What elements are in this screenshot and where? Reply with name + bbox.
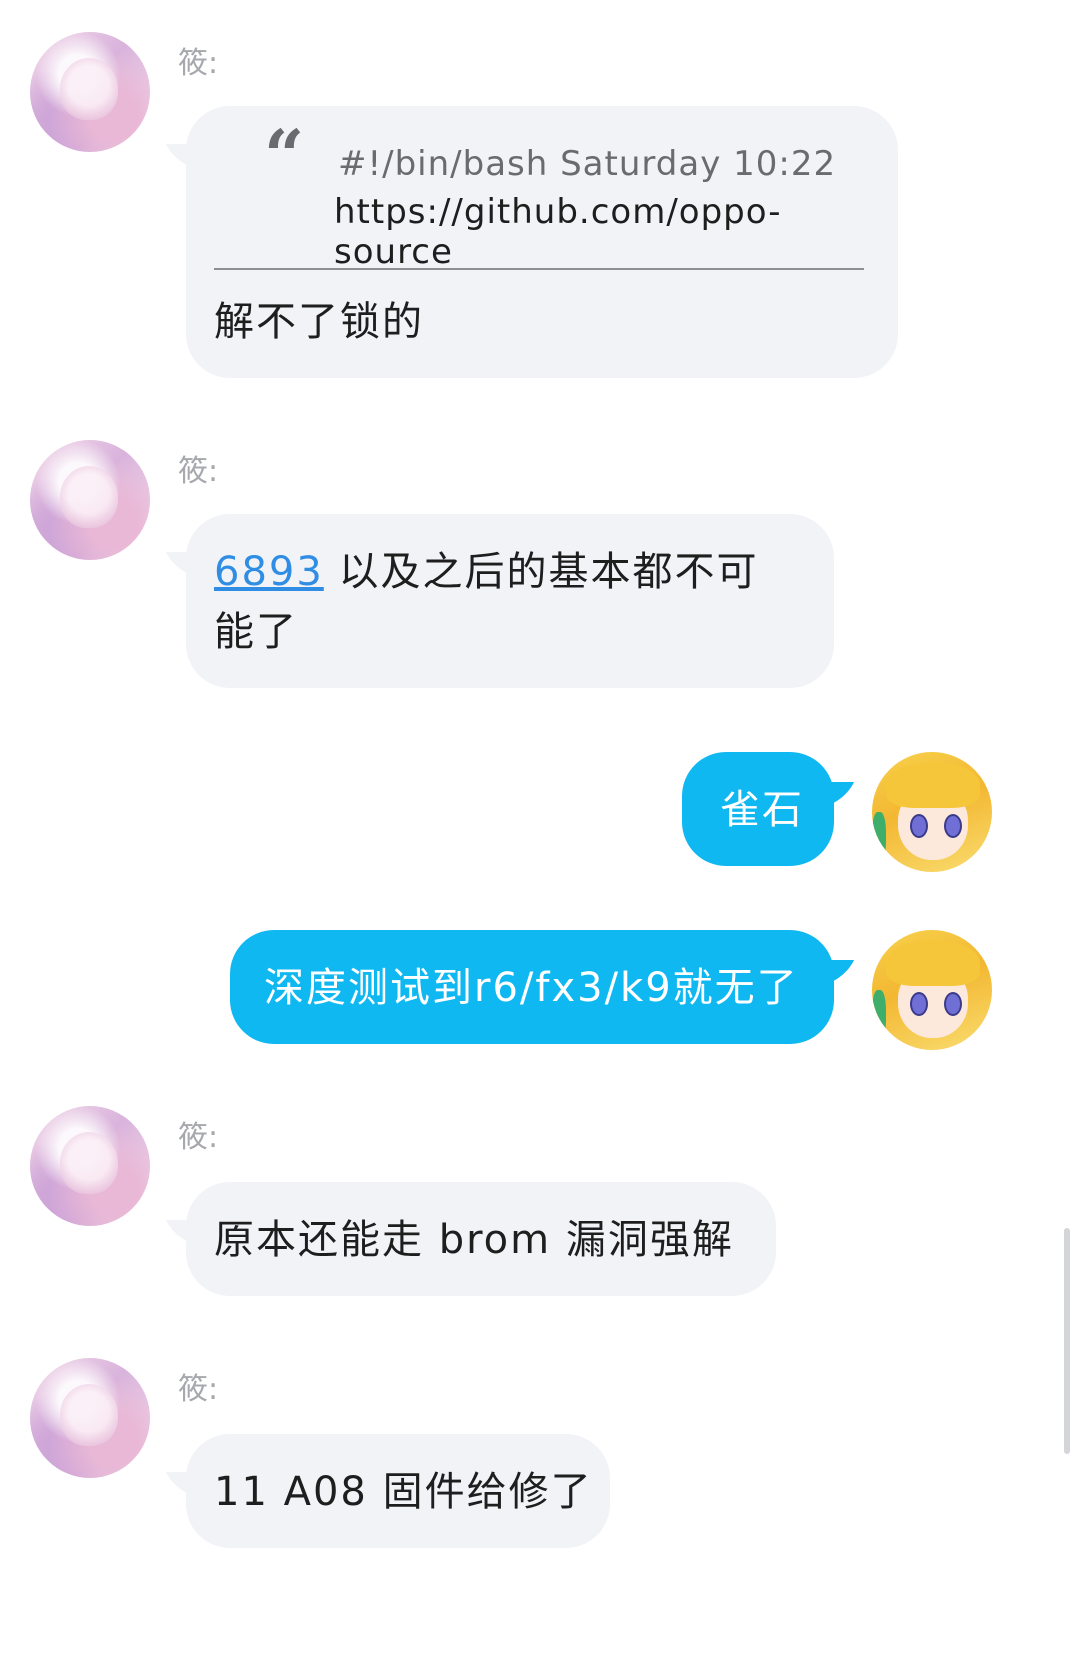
message-text: 雀石 — [720, 787, 804, 833]
message-bubble[interactable]: 原本还能走 brom 漏洞强解 — [186, 1182, 776, 1296]
message-bubble-outgoing[interactable]: 深度测试到r6/fx3/k9就无了 — [230, 930, 834, 1044]
self-avatar[interactable] — [872, 930, 992, 1050]
message-bubble-outgoing[interactable]: 雀石 — [682, 752, 834, 866]
message-text: 原本还能走 brom 漏洞强解 — [214, 1217, 734, 1263]
message-link[interactable]: 6893 — [214, 549, 324, 595]
sender-name: 筱: — [178, 46, 219, 81]
sender-name: 筱: — [178, 1372, 219, 1407]
message-bubble[interactable]: 6893 以及之后的基本都不可 能了 — [186, 514, 834, 688]
peer-avatar[interactable] — [30, 32, 150, 152]
self-avatar[interactable] — [872, 752, 992, 872]
message-text: 11 A08 固件给修了 — [214, 1469, 593, 1515]
sender-name: 筱: — [178, 454, 219, 489]
message-text: 解不了锁的 — [214, 299, 424, 345]
message-text: 深度测试到r6/fx3/k9就无了 — [264, 965, 799, 1011]
message-text-line1: 以及之后的基本都不可 — [323, 549, 759, 595]
quote-icon: “ — [264, 114, 305, 197]
peer-avatar[interactable] — [30, 440, 150, 560]
sender-name: 筱: — [178, 1120, 219, 1155]
message-text: 6893 以及之后的基本都不可 能了 — [214, 542, 814, 662]
message-text-line2: 能了 — [214, 609, 298, 655]
scrollbar[interactable] — [1064, 1228, 1070, 1454]
quote-meta: #!/bin/bash Saturday 10:22 — [338, 144, 837, 184]
message-bubble[interactable]: 11 A08 固件给修了 — [186, 1434, 610, 1548]
quote-divider — [214, 268, 864, 270]
message-bubble[interactable]: “ #!/bin/bash Saturday 10:22 https://git… — [186, 106, 898, 378]
peer-avatar[interactable] — [30, 1358, 150, 1478]
chat-view[interactable]: 筱: “ #!/bin/bash Saturday 10:22 https://… — [0, 0, 1080, 1664]
quote-body: https://github.com/oppo-source — [334, 192, 782, 272]
peer-avatar[interactable] — [30, 1106, 150, 1226]
